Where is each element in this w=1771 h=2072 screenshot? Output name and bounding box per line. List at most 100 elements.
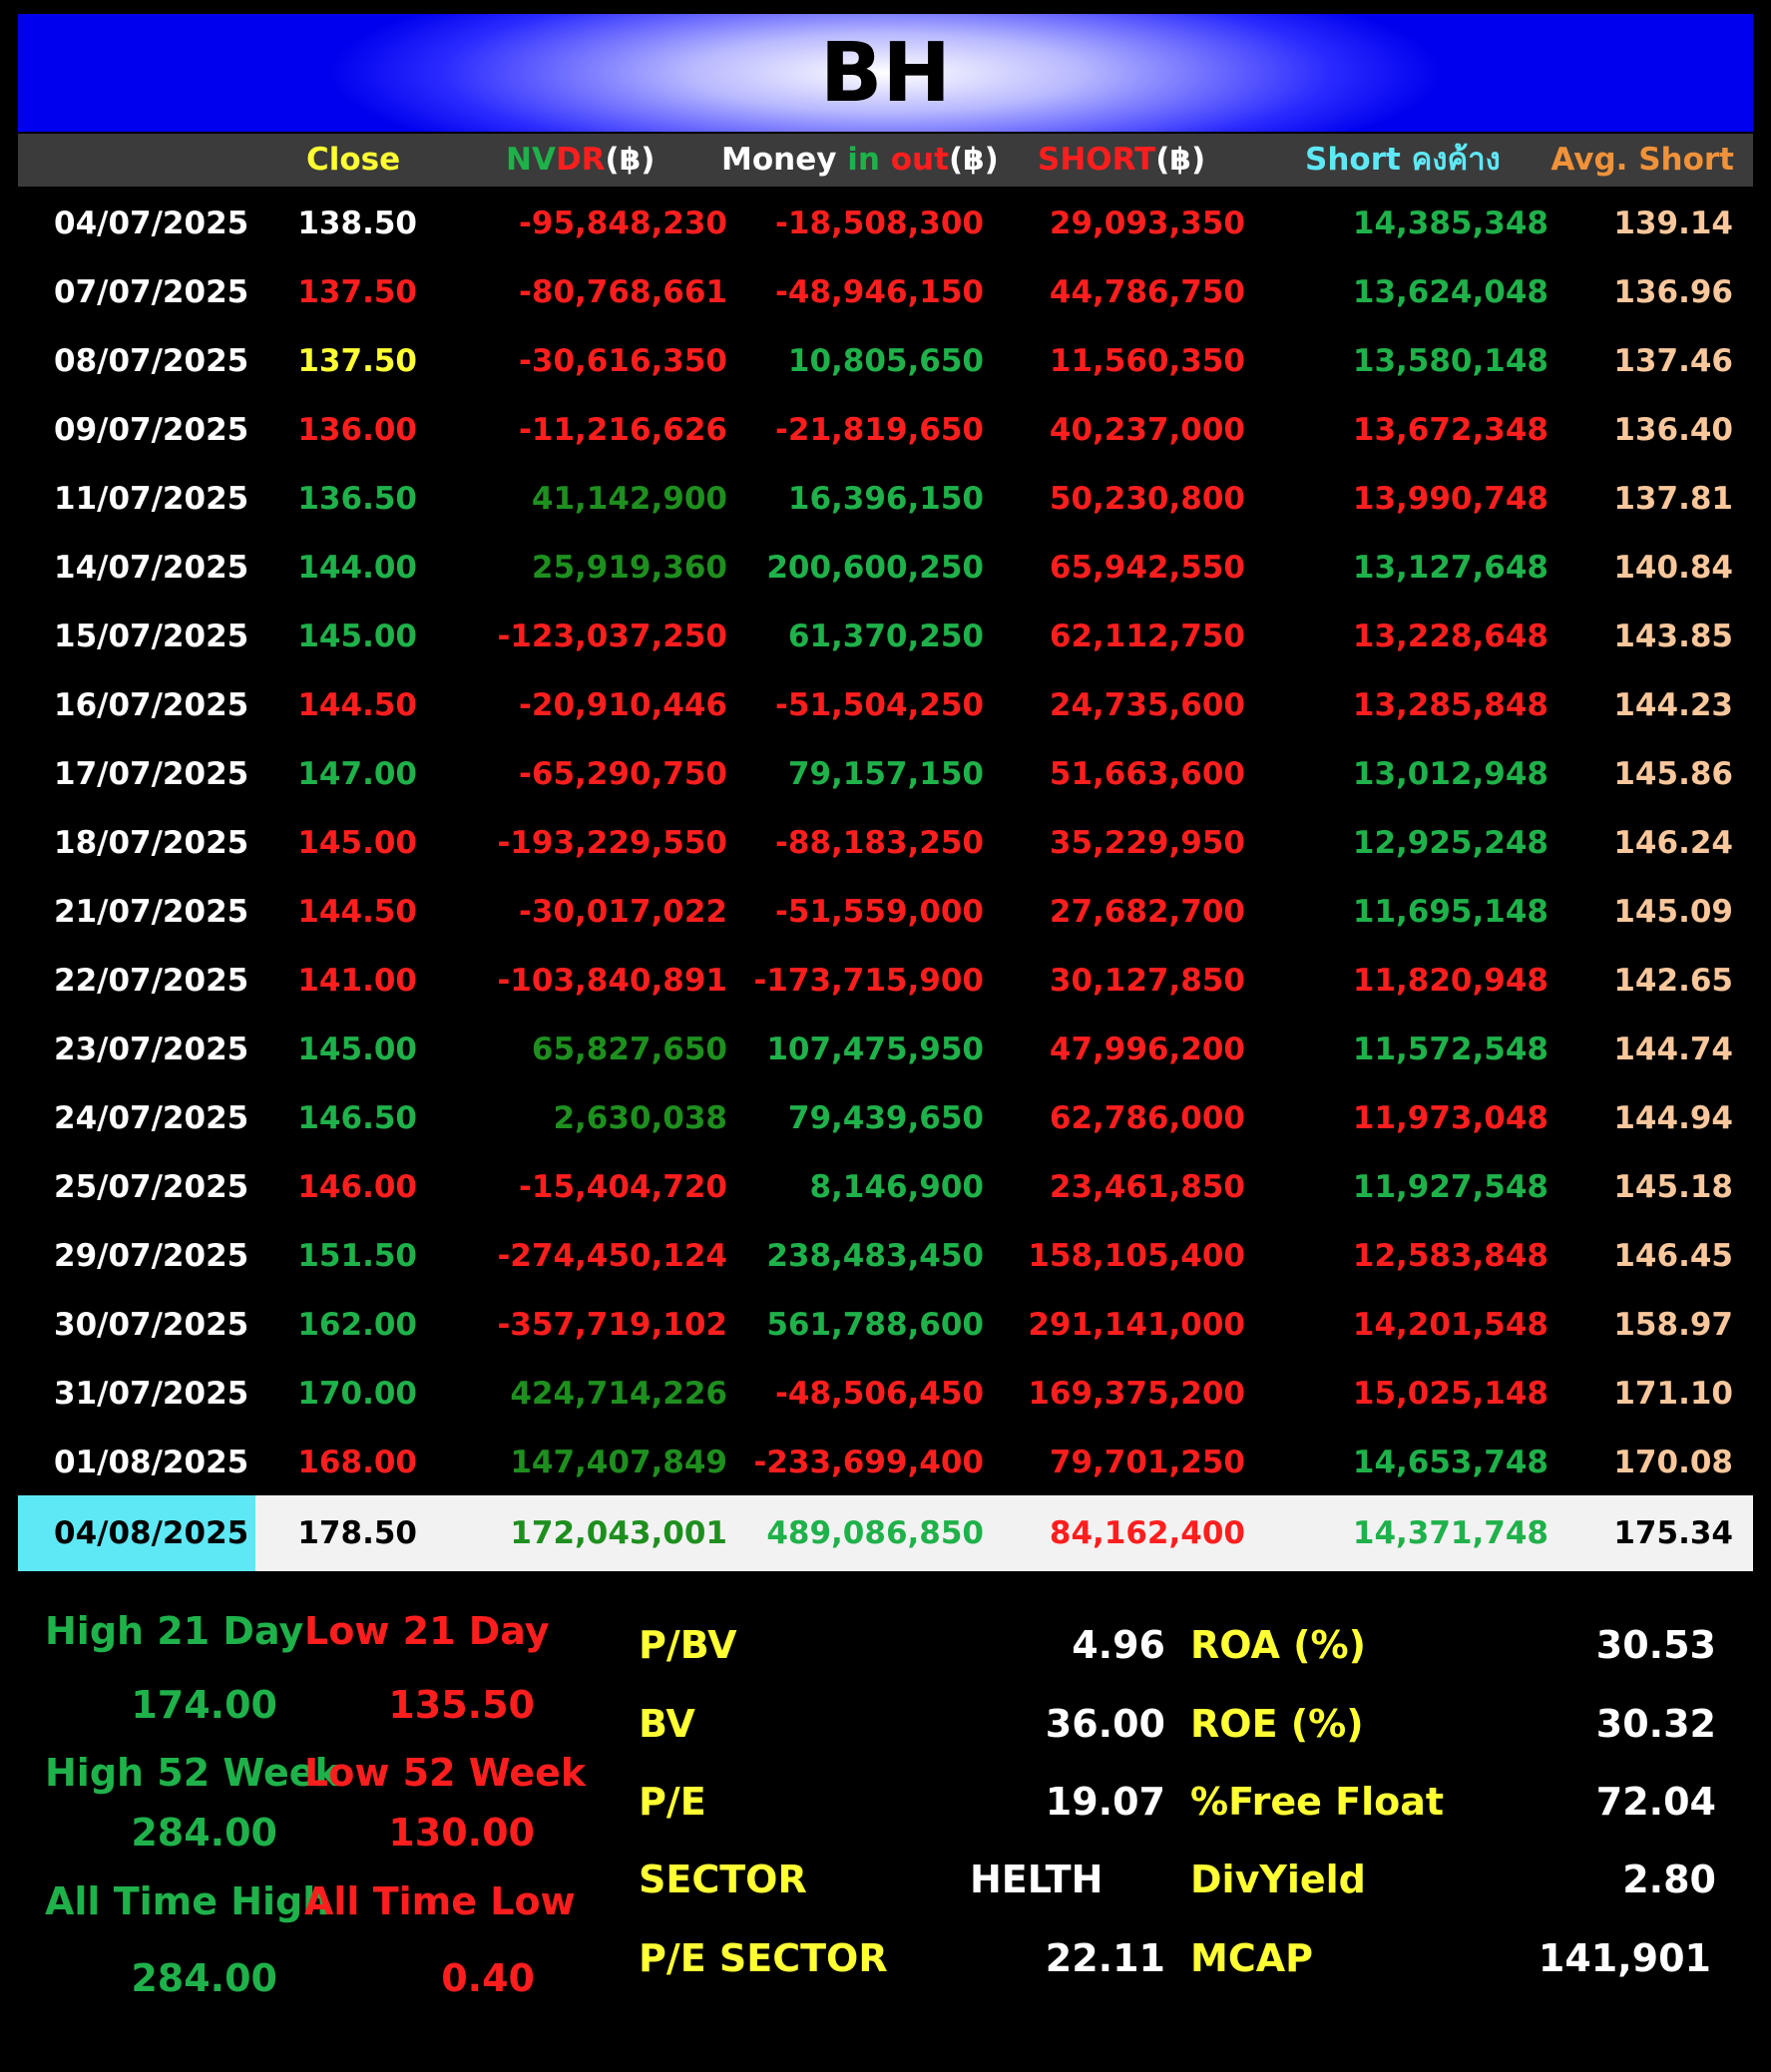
cell-short-outstanding: 14,371,748 xyxy=(1352,1515,1549,1551)
table-row: 31/07/2025 170.00 424,714,226 -48,506,450 16… xyxy=(18,1360,1753,1429)
cell-short-outstanding: 13,580,148 xyxy=(1352,343,1549,379)
cell-money-in-out: -233,699,400 xyxy=(753,1445,984,1480)
cell-short: 35,229,950 xyxy=(1049,825,1245,861)
title-banner: BH xyxy=(18,14,1753,132)
low-21-day-label: Low 21 Day xyxy=(304,1609,550,1653)
cell-short: 47,996,200 xyxy=(1049,1032,1245,1067)
cell-date: 09/07/2025 xyxy=(54,412,249,448)
cell-date: 21/07/2025 xyxy=(54,894,249,930)
pe-sector-label: P/E SECTOR xyxy=(639,1936,888,1980)
cell-avg-short: 144.23 xyxy=(1613,687,1733,723)
header-nvdr: NVDR(฿) xyxy=(506,142,656,178)
cell-short: 30,127,850 xyxy=(1049,963,1245,999)
table-row: 04/07/2025 138.50 -95,848,230 -18,508,300 29… xyxy=(18,190,1753,258)
cell-close: 137.50 xyxy=(297,274,417,310)
cell-avg-short: 171.10 xyxy=(1613,1376,1733,1412)
cell-close: 144.00 xyxy=(297,550,417,586)
cell-short: 158,105,400 xyxy=(1028,1238,1245,1274)
cell-short-outstanding: 14,201,548 xyxy=(1352,1307,1549,1343)
low-21-day-value: 135.50 xyxy=(388,1683,535,1727)
cell-short-outstanding: 13,285,848 xyxy=(1352,687,1549,723)
table-row: 18/07/2025 145.00 -193,229,550 -88,183,250 3… xyxy=(18,809,1753,878)
cell-date: 30/07/2025 xyxy=(54,1307,249,1343)
market-cap-value: 141,901 xyxy=(1538,1936,1711,1980)
table-row: 25/07/2025 146.00 -15,404,720 8,146,900 23,4… xyxy=(18,1153,1753,1222)
cell-short-outstanding: 13,127,648 xyxy=(1352,550,1549,586)
cell-short: 24,735,600 xyxy=(1049,687,1245,723)
table-row: 14/07/2025 144.00 25,919,360 200,600,250 65,… xyxy=(18,534,1753,603)
cell-avg-short: 145.09 xyxy=(1613,894,1733,930)
cell-avg-short: 144.74 xyxy=(1613,1032,1733,1067)
roe-label: ROE (%) xyxy=(1190,1702,1364,1746)
cell-nvdr: -65,290,750 xyxy=(519,756,727,792)
cell-money-in-out: -88,183,250 xyxy=(775,825,984,861)
cell-money-in-out: 79,157,150 xyxy=(787,756,984,792)
market-cap-label: MCAP xyxy=(1190,1936,1313,1980)
cell-nvdr: -30,616,350 xyxy=(519,343,727,379)
table-header: Close NVDR(฿) Money in out(฿) SHORT(฿) S… xyxy=(18,134,1753,187)
table-row: 24/07/2025 146.50 2,630,038 79,439,650 62,78… xyxy=(18,1084,1753,1153)
cell-date: 24/07/2025 xyxy=(54,1100,249,1136)
cell-short-outstanding: 11,973,048 xyxy=(1352,1100,1549,1136)
table-row: 17/07/2025 147.00 -65,290,750 79,157,150 51,… xyxy=(18,740,1753,809)
cell-nvdr: -30,017,022 xyxy=(519,894,727,930)
table-row: 07/07/2025 137.50 -80,768,661 -48,946,150 44… xyxy=(18,258,1753,327)
cell-date: 07/07/2025 xyxy=(54,274,249,310)
cell-short: 84,162,400 xyxy=(1049,1515,1245,1551)
cell-close: 145.00 xyxy=(297,1032,417,1067)
cell-avg-short: 145.18 xyxy=(1613,1169,1733,1205)
cell-money-in-out: -18,508,300 xyxy=(775,206,984,241)
cell-short: 169,375,200 xyxy=(1028,1376,1245,1412)
cell-avg-short: 140.84 xyxy=(1613,550,1733,586)
table-row: 09/07/2025 136.00 -11,216,626 -21,819,650 40… xyxy=(18,396,1753,465)
cell-money-in-out: -51,504,250 xyxy=(775,687,984,723)
cell-short: 44,786,750 xyxy=(1049,274,1245,310)
cell-nvdr: 172,043,001 xyxy=(510,1515,727,1551)
cell-avg-short: 146.45 xyxy=(1613,1238,1733,1274)
cell-date: 22/07/2025 xyxy=(54,963,249,999)
cell-short-outstanding: 11,572,548 xyxy=(1352,1032,1549,1067)
high-21-day-label: High 21 Day xyxy=(45,1609,304,1653)
cell-nvdr: 25,919,360 xyxy=(531,550,727,586)
pe-sector-value: 22.11 xyxy=(1045,1936,1165,1980)
cell-avg-short: 170.08 xyxy=(1613,1445,1733,1480)
cell-short: 23,461,850 xyxy=(1049,1169,1245,1205)
cell-avg-short: 137.81 xyxy=(1613,481,1733,517)
cell-short: 40,237,000 xyxy=(1049,412,1245,448)
header-money-in-out: Money in out(฿) xyxy=(721,142,999,178)
cell-short-outstanding: 14,385,348 xyxy=(1352,206,1549,241)
cell-money-in-out: -51,559,000 xyxy=(775,894,984,930)
cell-short-outstanding: 11,927,548 xyxy=(1352,1169,1549,1205)
high-52-week-value: 284.00 xyxy=(131,1811,277,1855)
cell-avg-short: 136.96 xyxy=(1613,274,1733,310)
cell-nvdr: -123,037,250 xyxy=(497,619,727,654)
low-52-week-value: 130.00 xyxy=(388,1811,535,1855)
cell-money-in-out: -48,946,150 xyxy=(775,274,984,310)
cell-close: 136.00 xyxy=(297,412,417,448)
cell-close: 151.50 xyxy=(297,1238,417,1274)
low-52-week-label: Low 52 Week xyxy=(304,1751,587,1795)
cell-short: 11,560,350 xyxy=(1049,343,1245,379)
cell-close: 168.00 xyxy=(297,1445,417,1480)
cell-close: 145.00 xyxy=(297,619,417,654)
bv-value: 36.00 xyxy=(1045,1702,1165,1746)
pe-value: 19.07 xyxy=(1045,1780,1165,1824)
cell-date: 01/08/2025 xyxy=(54,1445,249,1480)
cell-short-outstanding: 11,820,948 xyxy=(1352,963,1549,999)
table-row: 08/07/2025 137.50 -30,616,350 10,805,650 11,… xyxy=(18,327,1753,396)
cell-short-outstanding: 13,012,948 xyxy=(1352,756,1549,792)
cell-avg-short: 142.65 xyxy=(1613,963,1733,999)
table-row: 15/07/2025 145.00 -123,037,250 61,370,250 62… xyxy=(18,603,1753,671)
header-short-outstanding: Short คงค้าง xyxy=(1305,142,1501,178)
cell-avg-short: 146.24 xyxy=(1613,825,1733,861)
cell-nvdr: 2,630,038 xyxy=(553,1100,727,1136)
cell-short: 62,786,000 xyxy=(1049,1100,1245,1136)
cell-short: 27,682,700 xyxy=(1049,894,1245,930)
cell-nvdr: -20,910,446 xyxy=(519,687,727,723)
table-row: 30/07/2025 162.00 -357,719,102 561,788,600 2… xyxy=(18,1291,1753,1360)
cell-close: 170.00 xyxy=(297,1376,417,1412)
cell-short-outstanding: 13,228,648 xyxy=(1352,619,1549,654)
cell-date: 25/07/2025 xyxy=(54,1169,249,1205)
cell-date: 31/07/2025 xyxy=(54,1376,249,1412)
cell-date: 11/07/2025 xyxy=(54,481,249,517)
